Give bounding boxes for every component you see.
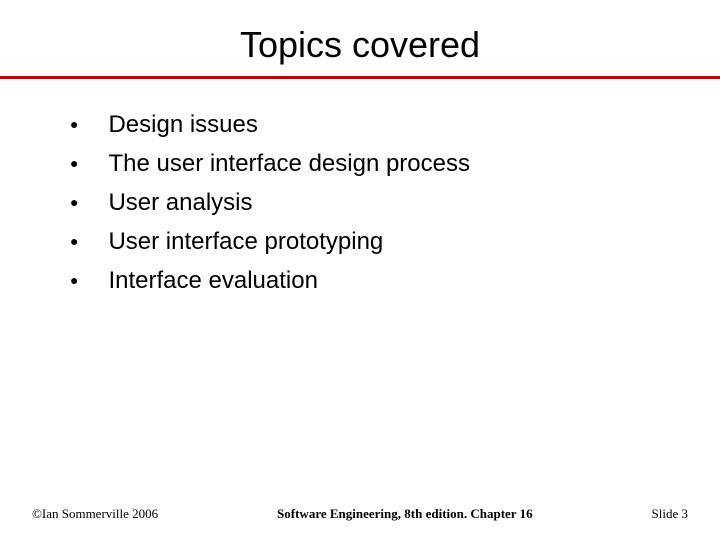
- bullet-icon: ●: [70, 148, 78, 178]
- bullet-text: The user interface design process: [108, 148, 470, 180]
- bullet-icon: ●: [70, 187, 78, 217]
- list-item: ● Design issues: [70, 109, 670, 142]
- bullet-icon: ●: [70, 265, 78, 295]
- bullet-text: User interface prototyping: [108, 226, 383, 258]
- footer-book-title: Software Engineering, 8th edition. Chapt…: [277, 506, 533, 522]
- list-item: ● User analysis: [70, 187, 670, 220]
- list-item: ● Interface evaluation: [70, 265, 670, 298]
- list-item: ● The user interface design process: [70, 148, 670, 181]
- slide-title: Topics covered: [0, 0, 720, 76]
- footer-slide-number: Slide 3: [652, 506, 688, 522]
- slide-content: ● Design issues ● The user interface des…: [0, 79, 720, 298]
- footer-copyright: ©Ian Sommerville 2006: [32, 506, 158, 522]
- bullet-text: Design issues: [108, 109, 257, 141]
- bullet-icon: ●: [70, 109, 78, 139]
- bullet-text: Interface evaluation: [108, 265, 317, 297]
- list-item: ● User interface prototyping: [70, 226, 670, 259]
- bullet-list: ● Design issues ● The user interface des…: [70, 109, 670, 298]
- bullet-text: User analysis: [108, 187, 252, 219]
- slide-footer: ©Ian Sommerville 2006 Software Engineeri…: [0, 506, 720, 522]
- bullet-icon: ●: [70, 226, 78, 256]
